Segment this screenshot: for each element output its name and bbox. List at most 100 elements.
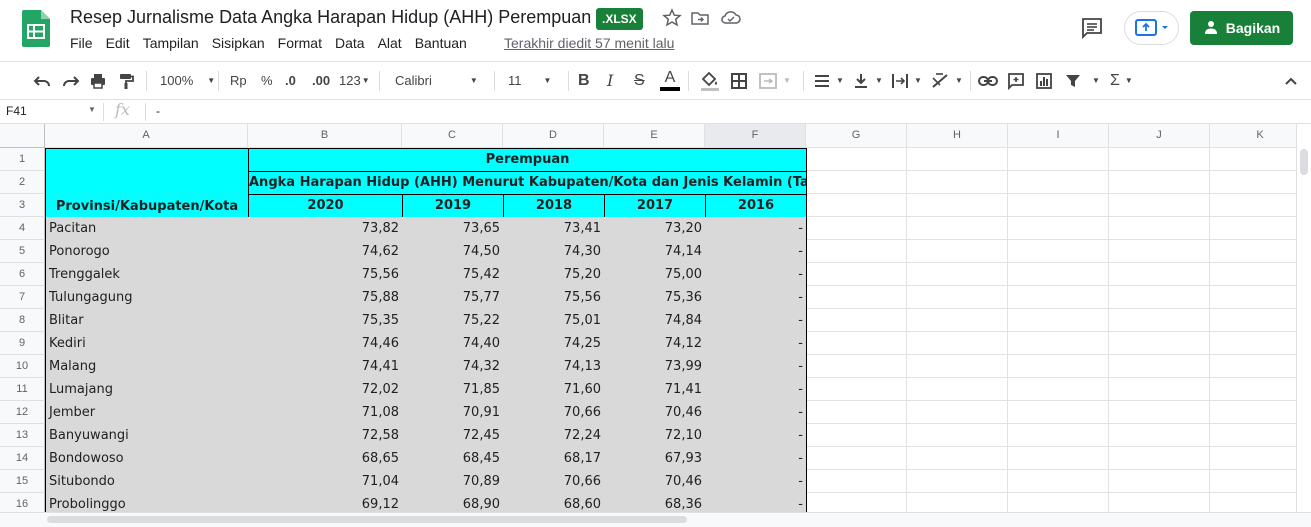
row-header-10[interactable]: 10 bbox=[0, 355, 45, 378]
column-header-e[interactable]: E bbox=[604, 124, 705, 147]
present-button[interactable] bbox=[1124, 11, 1179, 45]
row-header-8[interactable]: 8 bbox=[0, 309, 45, 332]
fill-color-icon[interactable] bbox=[699, 62, 721, 99]
ahh-value-cell[interactable]: 74,13 bbox=[503, 355, 605, 379]
star-icon[interactable] bbox=[662, 8, 682, 28]
region-name-cell[interactable]: Ponorogo bbox=[45, 240, 249, 264]
bold-button[interactable]: B bbox=[578, 62, 590, 99]
comment-history-icon[interactable] bbox=[1080, 16, 1104, 40]
ahh-value-cell[interactable]: 71,60 bbox=[503, 378, 605, 402]
region-name-cell[interactable]: Jember bbox=[45, 401, 249, 425]
vertical-align-icon[interactable]: ▼ bbox=[852, 62, 883, 99]
row-header-14[interactable]: 14 bbox=[0, 447, 45, 470]
ahh-value-cell[interactable]: 70,66 bbox=[503, 470, 605, 494]
ahh-value-cell[interactable]: 68,90 bbox=[402, 493, 504, 512]
redo-icon[interactable] bbox=[62, 62, 80, 99]
document-title[interactable]: Resep Jurnalisme Data Angka Harapan Hidu… bbox=[70, 7, 591, 28]
insert-chart-icon[interactable] bbox=[1035, 62, 1053, 99]
ahh-value-cell[interactable]: 70,89 bbox=[402, 470, 504, 494]
row-header-15[interactable]: 15 bbox=[0, 470, 45, 493]
increase-decimal-button[interactable]: .00 bbox=[312, 62, 330, 99]
select-all-corner[interactable] bbox=[0, 124, 45, 147]
name-box[interactable]: F41 bbox=[6, 104, 27, 118]
column-header-i[interactable]: I bbox=[1008, 124, 1109, 147]
horizontal-scroll-thumb[interactable] bbox=[47, 516, 687, 523]
header-year-2017[interactable]: 2017 bbox=[604, 194, 706, 218]
ahh-value-cell[interactable]: - bbox=[705, 286, 807, 310]
header-year-2016[interactable]: 2016 bbox=[705, 194, 807, 218]
text-color-button[interactable]: A bbox=[660, 62, 680, 99]
ahh-value-cell[interactable]: 72,10 bbox=[604, 424, 706, 448]
ahh-value-cell[interactable]: 72,45 bbox=[402, 424, 504, 448]
ahh-value-cell[interactable]: - bbox=[705, 217, 807, 241]
column-header-h[interactable]: H bbox=[907, 124, 1008, 147]
column-header-k[interactable]: K bbox=[1210, 124, 1296, 147]
region-name-cell[interactable]: Bondowoso bbox=[45, 447, 249, 471]
functions-icon[interactable]: Σ ▼ bbox=[1110, 62, 1133, 99]
collapse-toolbar-icon[interactable] bbox=[1283, 62, 1299, 99]
ahh-value-cell[interactable]: 71,85 bbox=[402, 378, 504, 402]
ahh-value-cell[interactable]: - bbox=[705, 401, 807, 425]
ahh-value-cell[interactable]: 74,62 bbox=[248, 240, 403, 264]
strikethrough-button[interactable]: S bbox=[634, 62, 645, 99]
menu-format[interactable]: Format bbox=[278, 35, 322, 51]
ahh-value-cell[interactable]: 68,60 bbox=[503, 493, 605, 512]
ahh-value-cell[interactable]: 74,50 bbox=[402, 240, 504, 264]
ahh-value-cell[interactable]: 75,42 bbox=[402, 263, 504, 287]
percent-format-button[interactable]: % bbox=[261, 62, 273, 99]
ahh-value-cell[interactable]: - bbox=[705, 263, 807, 287]
ahh-value-cell[interactable]: 71,04 bbox=[248, 470, 403, 494]
ahh-value-cell[interactable]: - bbox=[705, 240, 807, 264]
ahh-value-cell[interactable]: 75,00 bbox=[604, 263, 706, 287]
ahh-value-cell[interactable]: - bbox=[705, 378, 807, 402]
region-name-cell[interactable]: Pacitan bbox=[45, 217, 249, 241]
row-header-2[interactable]: 2 bbox=[0, 171, 45, 194]
menu-file[interactable]: File bbox=[70, 35, 93, 51]
name-box-caret-icon[interactable]: ▼ bbox=[88, 105, 96, 114]
ahh-value-cell[interactable]: 68,65 bbox=[248, 447, 403, 471]
ahh-value-cell[interactable]: 70,46 bbox=[604, 401, 706, 425]
region-name-cell[interactable]: Lumajang bbox=[45, 378, 249, 402]
ahh-value-cell[interactable]: 72,58 bbox=[248, 424, 403, 448]
menu-view[interactable]: Tampilan bbox=[143, 35, 199, 51]
menu-help[interactable]: Bantuan bbox=[415, 35, 467, 51]
column-header-j[interactable]: J bbox=[1109, 124, 1210, 147]
ahh-value-cell[interactable]: 74,84 bbox=[604, 309, 706, 333]
region-name-cell[interactable]: Kediri bbox=[45, 332, 249, 356]
region-name-cell[interactable]: Malang bbox=[45, 355, 249, 379]
ahh-value-cell[interactable]: 71,41 bbox=[604, 378, 706, 402]
ahh-value-cell[interactable]: 73,99 bbox=[604, 355, 706, 379]
ahh-value-cell[interactable]: - bbox=[705, 355, 807, 379]
ahh-value-cell[interactable]: - bbox=[705, 309, 807, 333]
region-name-cell[interactable]: Blitar bbox=[45, 309, 249, 333]
ahh-value-cell[interactable]: 72,24 bbox=[503, 424, 605, 448]
decrease-decimal-button[interactable]: .0 bbox=[285, 62, 296, 99]
menu-tools[interactable]: Alat bbox=[378, 35, 402, 51]
ahh-value-cell[interactable]: 75,01 bbox=[503, 309, 605, 333]
ahh-value-cell[interactable]: 72,02 bbox=[248, 378, 403, 402]
vertical-scroll-thumb[interactable] bbox=[1300, 149, 1308, 175]
region-name-cell[interactable]: Tulungagung bbox=[45, 286, 249, 310]
borders-icon[interactable] bbox=[730, 62, 748, 99]
number-format-select[interactable]: 123 ▼ bbox=[339, 62, 370, 99]
header-year-2019[interactable]: 2019 bbox=[402, 194, 504, 218]
ahh-value-cell[interactable]: 74,32 bbox=[402, 355, 504, 379]
ahh-value-cell[interactable]: 75,20 bbox=[503, 263, 605, 287]
insert-comment-icon[interactable] bbox=[1007, 62, 1025, 99]
menu-edit[interactable]: Edit bbox=[106, 35, 130, 51]
row-header-4[interactable]: 4 bbox=[0, 217, 45, 240]
formula-input[interactable]: - bbox=[156, 104, 160, 118]
header-ahh-title-cell[interactable]: Angka Harapan Hidup (AHH) Menurut Kabupa… bbox=[248, 171, 807, 195]
row-header-13[interactable]: 13 bbox=[0, 424, 45, 447]
ahh-value-cell[interactable]: 75,88 bbox=[248, 286, 403, 310]
region-name-cell[interactable]: Banyuwangi bbox=[45, 424, 249, 448]
header-provinsi-cell[interactable]: Provinsi/Kabupaten/Kota bbox=[45, 148, 249, 218]
undo-icon[interactable] bbox=[33, 62, 51, 99]
last-edit-link[interactable]: Terakhir diedit 57 menit lalu bbox=[504, 35, 674, 51]
ahh-value-cell[interactable]: 71,08 bbox=[248, 401, 403, 425]
insert-link-icon[interactable] bbox=[978, 62, 998, 99]
region-name-cell[interactable]: Trenggalek bbox=[45, 263, 249, 287]
ahh-value-cell[interactable]: 67,93 bbox=[604, 447, 706, 471]
ahh-value-cell[interactable]: - bbox=[705, 470, 807, 494]
ahh-value-cell[interactable]: 74,40 bbox=[402, 332, 504, 356]
